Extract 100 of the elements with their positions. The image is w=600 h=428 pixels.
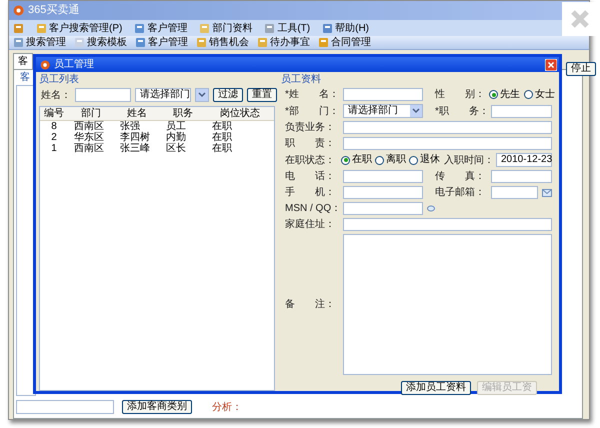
notes-textarea[interactable] bbox=[343, 234, 552, 375]
phone-input[interactable] bbox=[343, 170, 423, 183]
toolbar-button[interactable]: 销售机会 bbox=[196, 35, 249, 50]
position-input[interactable] bbox=[491, 104, 552, 118]
table-cell-text: 1 bbox=[50, 143, 58, 154]
menu-item[interactable]: 部门资料 bbox=[199, 20, 252, 36]
toolbar-icon bbox=[257, 37, 268, 48]
filter-button[interactable]: 过滤 bbox=[213, 88, 243, 102]
mobile-input[interactable] bbox=[343, 186, 423, 199]
field-label: *姓 名： bbox=[285, 88, 339, 101]
duty-input[interactable] bbox=[343, 137, 552, 150]
date-picker[interactable]: 2010-12-23 bbox=[496, 153, 552, 167]
toolbar-icon bbox=[135, 37, 146, 48]
toolbar-button[interactable]: 搜索模板 bbox=[74, 35, 127, 50]
radio-label: 在职 bbox=[352, 154, 372, 166]
menu-app-icon bbox=[13, 22, 24, 34]
toolbar-button[interactable]: 待办事宜 bbox=[257, 35, 310, 50]
department-dropdown[interactable]: 请选择部门 bbox=[135, 88, 191, 102]
radio-label: 离职 bbox=[386, 154, 406, 166]
app-logo-icon bbox=[40, 60, 50, 70]
toolbar-icon bbox=[318, 37, 329, 48]
field-label: *部 门： bbox=[285, 104, 339, 118]
toolbar-icon bbox=[196, 37, 207, 48]
field-label: MSN / QQ： bbox=[285, 202, 339, 215]
table-cell-text: 8 bbox=[50, 121, 58, 132]
business-input[interactable] bbox=[343, 121, 552, 134]
toolbar-button[interactable]: 搜索管理 bbox=[13, 35, 66, 50]
table-cell-text: 张强 bbox=[119, 121, 140, 132]
column-header[interactable]: 姓名 bbox=[114, 107, 160, 120]
field-label: 传 真： bbox=[435, 170, 486, 183]
menu-item-icon bbox=[36, 22, 47, 34]
field-label: 备 注： bbox=[285, 298, 336, 311]
field-label: 入职时间： bbox=[444, 154, 494, 166]
stop-button[interactable]: 停止 bbox=[566, 62, 596, 76]
menu-item[interactable]: 客户搜索管理(P) bbox=[36, 20, 122, 36]
column-header[interactable]: 岗位状态 bbox=[206, 107, 274, 120]
input-field[interactable] bbox=[16, 400, 114, 414]
field-label: 性 别： bbox=[435, 88, 485, 101]
radio-label: 女士 bbox=[535, 88, 555, 100]
panel-title: 员工资料 bbox=[281, 74, 322, 86]
table-cell-text: 在职 bbox=[211, 143, 233, 154]
toolbar-icon bbox=[74, 37, 85, 48]
tab[interactable]: 客 bbox=[16, 70, 34, 85]
radio-button[interactable] bbox=[375, 156, 384, 164]
table-cell-text: 内勤 bbox=[165, 132, 187, 143]
app-logo-icon bbox=[13, 5, 24, 16]
table-cell-text: 在职 bbox=[211, 121, 233, 132]
table-cell-text: 在职 bbox=[211, 132, 233, 143]
window-title: 365买卖通 bbox=[28, 2, 80, 18]
table-cell-text: 区长 bbox=[165, 143, 187, 154]
chat-bubble-icon[interactable] bbox=[427, 204, 435, 212]
table-cell-text: 2 bbox=[50, 132, 58, 143]
table-cell-text: 西南区 bbox=[73, 143, 105, 154]
table-cell-text: 西南区 bbox=[73, 121, 105, 132]
field-label: 职 责： bbox=[285, 137, 336, 150]
fax-input[interactable] bbox=[491, 170, 552, 183]
radio-button[interactable] bbox=[409, 156, 418, 164]
menu-item-icon bbox=[264, 22, 276, 34]
table-cell-text: 李四树 bbox=[119, 132, 151, 143]
column-header[interactable]: 职务 bbox=[160, 107, 206, 120]
analysis-label: 分析： bbox=[212, 400, 242, 414]
menu-item-icon bbox=[322, 22, 334, 34]
email-input[interactable] bbox=[491, 186, 538, 199]
field-label: 电子邮箱： bbox=[435, 186, 486, 199]
menu-item-icon bbox=[134, 22, 146, 34]
toolbar-icon bbox=[13, 37, 24, 48]
panel-title: 员工列表 bbox=[39, 74, 80, 86]
field-label: 在职状态： bbox=[285, 154, 336, 166]
tab[interactable]: 客 bbox=[13, 53, 33, 69]
msn-input[interactable] bbox=[343, 202, 423, 215]
field-label: 姓名： bbox=[41, 88, 71, 102]
radio-button[interactable] bbox=[524, 90, 533, 99]
dialog-title: 员工管理 bbox=[54, 58, 95, 72]
add-category-button[interactable]: 添加客商类别 bbox=[122, 400, 192, 414]
envelope-icon[interactable] bbox=[542, 188, 552, 196]
field-label: *职 务： bbox=[435, 104, 487, 118]
field-label: 电 话： bbox=[285, 170, 336, 183]
toolbar-button[interactable]: 客户管理 bbox=[135, 35, 188, 50]
field-label: 负责业务： bbox=[285, 121, 336, 134]
menu-item[interactable]: 工具(T) bbox=[264, 20, 310, 36]
department-dropdown[interactable]: 请选择部门 bbox=[343, 104, 423, 118]
menu-item-icon bbox=[199, 22, 210, 34]
radio-label: 退休 bbox=[420, 154, 440, 166]
address-input[interactable] bbox=[343, 218, 552, 231]
radio-button[interactable] bbox=[489, 90, 498, 99]
toolbar-button[interactable]: 合同管理 bbox=[318, 35, 371, 50]
column-header[interactable]: 部门 bbox=[68, 107, 114, 120]
radio-button[interactable] bbox=[341, 156, 350, 164]
menu-item[interactable]: 客户管理 bbox=[134, 20, 188, 36]
form-button[interactable]: 添加员工资料 bbox=[401, 381, 471, 395]
field-label: 家庭住址： bbox=[285, 218, 336, 231]
dropdown[interactable] bbox=[195, 88, 209, 102]
name-input[interactable] bbox=[75, 88, 131, 102]
reset-button[interactable]: 重置 bbox=[247, 88, 277, 102]
column-header[interactable]: 编号 bbox=[40, 107, 68, 120]
table-cell-text: 华东区 bbox=[73, 132, 105, 143]
menu-item[interactable]: 帮助(H) bbox=[322, 20, 370, 36]
table-cell-text: 员工 bbox=[165, 121, 187, 132]
radio-label: 先生 bbox=[500, 88, 520, 100]
name-input[interactable] bbox=[343, 88, 423, 101]
